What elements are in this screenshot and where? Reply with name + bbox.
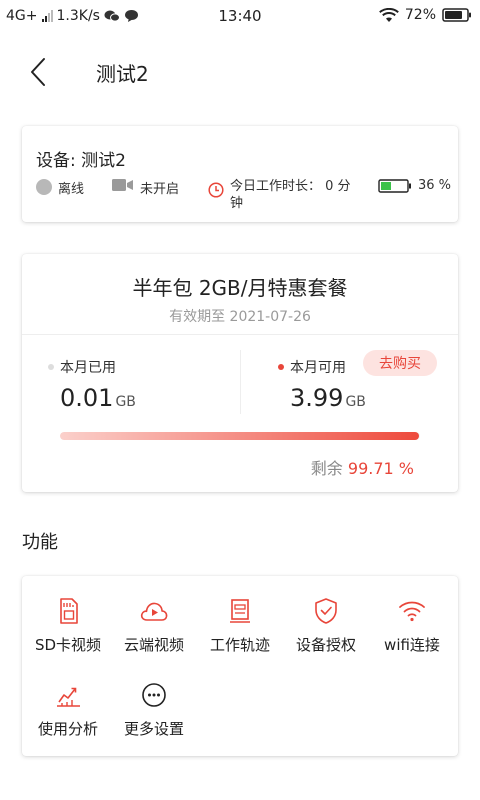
shield-check-icon xyxy=(315,598,337,624)
work-time: 今日工作时长： 0 分钟 xyxy=(208,178,360,212)
used-label-text: 本月已用 xyxy=(60,360,116,376)
work-time-text: 今日工作时长： 0 分钟 xyxy=(230,179,351,211)
status-right: 72% xyxy=(379,7,472,23)
available-dot-icon xyxy=(278,364,284,370)
feature-label: SD卡视频 xyxy=(34,636,102,654)
feature-wifi-connect[interactable]: wifi连接 xyxy=(369,596,455,668)
available-value: 3.99 xyxy=(290,384,344,412)
used-label: 本月已用 xyxy=(48,357,116,377)
chart-icon xyxy=(57,687,80,707)
feature-label: 云端视频 xyxy=(123,636,184,654)
used-value: 0.01 xyxy=(60,384,114,412)
status-bar: 4G+ 1.3K/s 13:40 72% xyxy=(0,0,480,32)
used-amount: 0.01 GB xyxy=(60,384,136,412)
available-unit: GB xyxy=(345,394,366,410)
header: 测试2 xyxy=(0,40,480,104)
feature-work-track[interactable]: 工作轨迹 xyxy=(197,596,283,668)
cloud-video-icon xyxy=(140,602,168,621)
device-battery-text: 36 % xyxy=(418,178,452,193)
feature-device-authorization[interactable]: 设备授权 xyxy=(283,596,369,668)
plan-divider xyxy=(22,334,458,335)
camera-status-text: 未开启 xyxy=(140,182,180,197)
features-section-title: 功能 xyxy=(22,532,58,553)
remaining-label: 剩余 xyxy=(310,459,343,478)
clock-icon xyxy=(208,182,224,198)
remaining-progress-bar xyxy=(60,432,420,440)
buy-button[interactable]: 去购买 xyxy=(363,350,437,376)
track-icon xyxy=(230,599,250,623)
feature-label: 设备授权 xyxy=(295,636,356,654)
available-amount: 3.99 GB xyxy=(290,384,366,412)
remaining: 剩余 99.71 % xyxy=(311,455,414,479)
device-card: 设备: 测试2 离线 未开启 今日工作时长： 0 分钟 36 % xyxy=(22,126,458,222)
more-icon xyxy=(142,683,166,707)
offline-dot-icon xyxy=(36,179,52,195)
online-status-text: 离线 xyxy=(58,182,85,197)
page-title: 测试2 xyxy=(96,62,149,86)
video-camera-icon xyxy=(112,179,133,191)
wifi-icon xyxy=(399,601,425,622)
battery-icon xyxy=(442,8,471,22)
feature-cloud-video[interactable]: 云端视频 xyxy=(111,596,197,668)
used-dot-icon xyxy=(48,364,54,370)
chevron-left-icon xyxy=(31,58,45,86)
feature-label: 工作轨迹 xyxy=(209,636,270,654)
available-label: 本月可用 xyxy=(278,357,346,377)
features-card: SD卡视频 云端视频 工作轨迹 设备授权 wifi连接 使用分析 更多设置 xyxy=(22,576,458,756)
used-unit: GB xyxy=(115,394,136,410)
feature-more-settings[interactable]: 更多设置 xyxy=(111,680,197,752)
battery-percent: 72% xyxy=(404,7,436,23)
remaining-progress-fill xyxy=(60,432,419,440)
available-label-text: 本月可用 xyxy=(290,360,346,376)
device-battery-icon xyxy=(378,179,411,193)
sd-card-icon xyxy=(60,598,78,624)
plan-expiry: 有效期至 2021-07-26 xyxy=(169,309,311,325)
device-battery: 36 % xyxy=(378,178,451,194)
back-button[interactable] xyxy=(22,54,54,90)
feature-label: 更多设置 xyxy=(123,720,184,738)
feature-label: wifi连接 xyxy=(384,636,440,654)
device-name: 设备: 测试2 xyxy=(36,151,126,171)
feature-label: 使用分析 xyxy=(37,720,98,738)
data-plan-card: 半年包 2GB/月特惠套餐 有效期至 2021-07-26 本月已用 0.01 G… xyxy=(22,254,458,492)
camera-status: 未开启 xyxy=(112,178,179,197)
feature-usage-analysis[interactable]: 使用分析 xyxy=(25,680,111,752)
remaining-value: 99.71 % xyxy=(347,459,414,478)
usage-divider xyxy=(240,350,241,414)
feature-sd-card-video[interactable]: SD卡视频 xyxy=(25,596,111,668)
online-status: 离线 xyxy=(36,178,84,197)
wifi-status-icon xyxy=(379,7,399,22)
plan-title: 半年包 2GB/月特惠套餐 xyxy=(132,276,348,300)
